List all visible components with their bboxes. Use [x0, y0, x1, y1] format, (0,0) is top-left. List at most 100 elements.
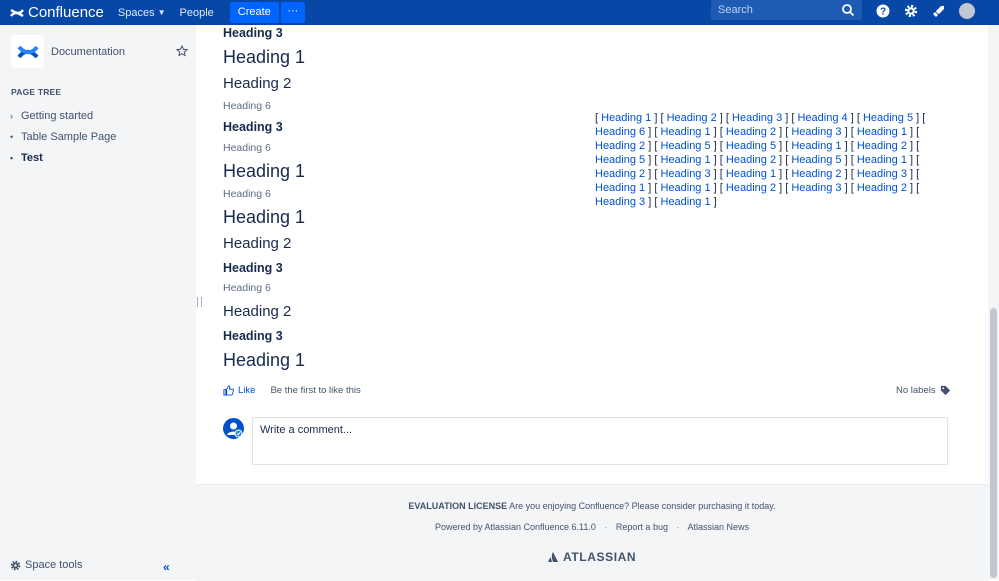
license-notice: EVALUATION LICENSE Are you enjoying Conf… — [196, 501, 988, 511]
toc-link[interactable]: Heading 3 — [660, 168, 710, 180]
toc-link[interactable]: Heading 2 — [726, 154, 776, 166]
top-navigation-bar: Confluence Spaces ▼ People Create ··· ? — [0, 0, 999, 25]
comment-placeholder: Write a comment... — [260, 424, 353, 436]
toc-link[interactable]: Heading 3 — [791, 126, 841, 138]
atlassian-logo[interactable]: ATLASSIAN — [547, 550, 636, 564]
toc-link[interactable]: Heading 3 — [791, 182, 841, 194]
heading-2: Heading 2 — [223, 235, 292, 252]
powered-by-link[interactable]: Powered by Atlassian Confluence 6.11.0 — [435, 522, 596, 532]
page-content: Heading 3 Heading 1 Heading 2 Heading 6 … — [196, 25, 988, 484]
heading-3: Heading 3 — [223, 120, 283, 134]
toc-link[interactable]: Heading 5 — [726, 140, 776, 152]
toc-link[interactable]: Heading 5 — [863, 112, 913, 124]
toc-link[interactable]: Heading 2 — [857, 182, 907, 194]
heading-1: Heading 1 — [223, 47, 306, 67]
gear-icon[interactable] — [903, 3, 919, 19]
heading-6: Heading 6 — [223, 282, 271, 294]
search-box[interactable] — [711, 0, 862, 20]
separator-dot: · — [676, 522, 680, 532]
create-button[interactable]: Create — [229, 2, 279, 23]
toc-link[interactable]: Heading 6 — [595, 126, 645, 138]
toc-link[interactable]: Heading 1 — [857, 126, 907, 138]
tag-icon[interactable] — [940, 385, 951, 396]
spaces-menu[interactable]: Spaces ▼ — [118, 7, 166, 19]
bullet-icon: • — [10, 131, 14, 142]
space-tools-label: Space tools — [25, 559, 83, 571]
user-avatar-icon — [223, 418, 244, 439]
like-row: Like Be the first to like this — [223, 385, 361, 396]
report-bug-link[interactable]: Report a bug — [616, 522, 668, 532]
chevron-right-icon[interactable]: › — [10, 111, 21, 121]
toc-link[interactable]: Heading 2 — [791, 168, 841, 180]
page-tree: › Getting started • Table Sample Page • … — [10, 105, 116, 168]
user-avatar-icon[interactable] — [959, 3, 975, 19]
brand-name: Confluence — [28, 4, 104, 21]
people-label: People — [179, 6, 214, 19]
separator-dot: · — [604, 522, 608, 532]
space-logo-icon[interactable] — [11, 35, 44, 68]
tree-item-test[interactable]: • Test — [10, 147, 116, 168]
like-button[interactable]: Like — [238, 385, 255, 396]
tree-item-label[interactable]: Table Sample Page — [21, 131, 116, 143]
toc-link[interactable]: Heading 1 — [660, 126, 710, 138]
scrollbar-thumb[interactable] — [990, 308, 997, 578]
space-name-link[interactable]: Documentation — [51, 46, 125, 58]
chevron-down-icon: ▼ — [157, 8, 166, 17]
toc-link[interactable]: Heading 1 — [791, 140, 841, 152]
more-create-button[interactable]: ··· — [280, 2, 305, 23]
toc-link[interactable]: Heading 1 — [660, 182, 710, 194]
toc-link[interactable]: Heading 1 — [726, 168, 776, 180]
toc-link[interactable]: Heading 5 — [791, 154, 841, 166]
toc-link[interactable]: Heading 1 — [660, 154, 710, 166]
toc-link[interactable]: Heading 1 — [660, 196, 710, 208]
toc-link[interactable]: Heading 2 — [595, 168, 645, 180]
toc-link[interactable]: Heading 3 — [732, 112, 782, 124]
heading-2: Heading 2 — [223, 303, 292, 320]
comment-input[interactable]: Write a comment... — [252, 417, 948, 465]
toc-link[interactable]: Heading 4 — [797, 112, 847, 124]
space-tools-button[interactable]: Space tools — [10, 559, 82, 571]
heading-3: Heading 3 — [223, 26, 283, 40]
tree-item-label[interactable]: Getting started — [21, 110, 93, 122]
labels-area: No labels — [896, 385, 951, 396]
tree-item-label[interactable]: Test — [21, 152, 43, 164]
heading-2: Heading 2 — [223, 75, 292, 92]
thumbs-up-icon[interactable] — [223, 385, 234, 396]
toc-link[interactable]: Heading 1 — [601, 112, 651, 124]
atlassian-wordmark: ATLASSIAN — [563, 550, 637, 564]
toc-link[interactable]: Heading 2 — [595, 140, 645, 152]
notifications-icon[interactable] — [931, 3, 947, 19]
svg-text:?: ? — [880, 7, 886, 18]
heading-6: Heading 6 — [223, 142, 271, 154]
confluence-logo[interactable]: Confluence — [10, 4, 104, 21]
toc-link[interactable]: Heading 2 — [857, 140, 907, 152]
toc-link[interactable]: Heading 2 — [726, 182, 776, 194]
star-icon[interactable] — [176, 45, 188, 57]
atlassian-news-link[interactable]: Atlassian News — [688, 522, 750, 532]
help-icon[interactable]: ? — [875, 3, 891, 19]
toc-link[interactable]: Heading 2 — [726, 126, 776, 138]
toc-link[interactable]: Heading 2 — [667, 112, 717, 124]
toc-link[interactable]: Heading 3 — [857, 168, 907, 180]
atlassian-icon — [548, 552, 558, 562]
toc-link[interactable]: Heading 1 — [857, 154, 907, 166]
page-tree-heading: PAGE TREE — [11, 87, 62, 97]
tree-item-getting-started[interactable]: › Getting started — [10, 105, 116, 126]
heading-6: Heading 6 — [223, 188, 271, 200]
toc-link[interactable]: Heading 5 — [595, 154, 645, 166]
toc-link[interactable]: Heading 5 — [660, 140, 710, 152]
confluence-icon — [10, 8, 24, 17]
search-icon[interactable] — [841, 3, 855, 17]
tree-item-table-sample-page[interactable]: • Table Sample Page — [10, 126, 116, 147]
license-text: Are you enjoying Confluence? Please cons… — [509, 501, 776, 511]
spaces-label: Spaces — [117, 6, 155, 19]
heading-6: Heading 6 — [223, 100, 271, 112]
table-of-contents: [ Heading 1 ] [ Heading 2 ] [ Heading 3 … — [595, 112, 926, 208]
toc-link[interactable]: Heading 1 — [595, 182, 645, 194]
people-link[interactable]: People — [180, 7, 214, 19]
bullet-icon: • — [10, 152, 14, 163]
collapse-sidebar-icon[interactable]: « — [163, 560, 170, 574]
toc-link[interactable]: Heading 3 — [595, 196, 645, 208]
gear-icon — [10, 560, 21, 570]
search-input[interactable] — [711, 3, 845, 17]
